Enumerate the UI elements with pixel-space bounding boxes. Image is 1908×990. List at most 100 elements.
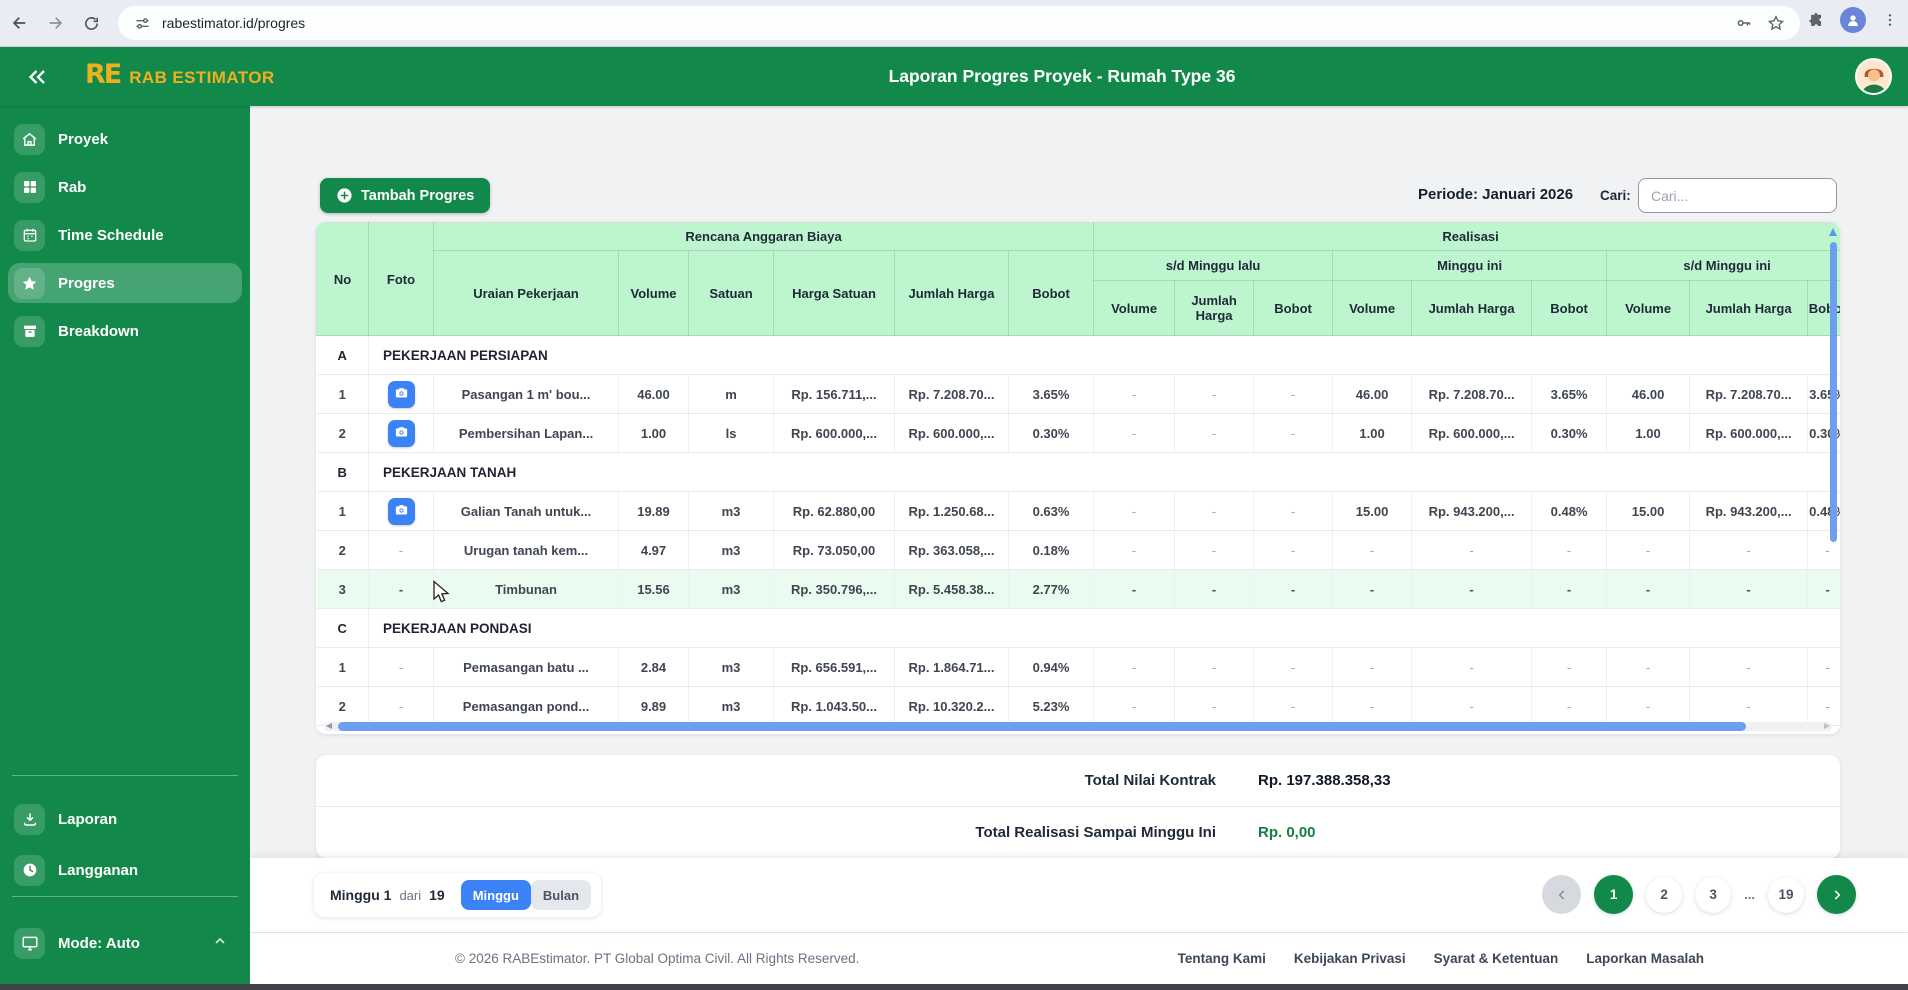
sidebar-item-mode-auto[interactable]: Mode: Auto	[8, 923, 242, 963]
browser-profile-avatar[interactable]	[1840, 7, 1866, 33]
sidebar-collapse-button[interactable]	[22, 63, 52, 91]
horizontal-scrollbar[interactable]	[324, 722, 1832, 731]
col-s-d-minggu-lalu-volume: Volume	[1093, 280, 1176, 336]
table-row[interactable]: 1 Pasangan 1 m' bou... 46.00 m Rp. 156.711…	[316, 374, 1840, 414]
pagination-page-19[interactable]: 19	[1768, 876, 1804, 913]
col-no: No	[316, 222, 369, 336]
sidebar-item-proyek[interactable]: Proyek	[8, 119, 242, 159]
logo-mark: RE	[85, 59, 122, 90]
horizontal-scroll-thumb[interactable]	[338, 722, 1746, 731]
table-row[interactable]: 2 Pembersihan Lapan... 1.00 ls Rp. 600.000…	[316, 413, 1840, 453]
total-contract-value: Rp. 197.388.358,33	[1258, 772, 1391, 789]
col-minggu-ini-jumlah-harga: Jumlah Harga	[1411, 280, 1533, 336]
pagination-next-button[interactable]	[1817, 875, 1856, 914]
add-progress-button[interactable]: Tambah Progres	[320, 178, 491, 213]
pagination-ellipsis: ...	[1744, 887, 1755, 902]
browser-back-button[interactable]	[6, 9, 34, 37]
table-section-row-B: B PEKERJAAN TANAH	[316, 452, 1840, 492]
url-text: rabestimator.id/progres	[162, 15, 306, 31]
pagination-prev-button[interactable]	[1542, 875, 1582, 914]
sidebar-divider	[12, 775, 238, 776]
back-arrow-icon	[12, 17, 26, 29]
col-s-d-minggu-lalu-bobot: Bobot	[1253, 280, 1334, 336]
uraian-cell: Pemasangan batu ...	[433, 647, 619, 687]
sidebar-item-laporan[interactable]: Laporan	[8, 799, 242, 839]
chevron-right-icon	[1834, 889, 1840, 900]
total-realization-row: Total Realisasi Sampai Minggu Ini Rp. 0,…	[316, 806, 1840, 857]
sidebar-item-breakdown[interactable]: Breakdown	[8, 311, 242, 351]
col-s-d-minggu-lalu-jumlah-harga: Jumlah Harga	[1174, 280, 1255, 336]
footer-link-laporkan-masalah[interactable]: Laporkan Masalah	[1586, 951, 1704, 966]
photo-button[interactable]	[387, 380, 415, 408]
vertical-scroll-thumb[interactable]	[1830, 242, 1837, 542]
archive-icon	[14, 315, 45, 347]
table-row[interactable]: 2 - Urugan tanah kem... 4.97 m3 Rp. 73.050…	[316, 530, 1840, 570]
table-section-row-C: C PEKERJAAN PONDASI	[316, 608, 1840, 648]
table-row[interactable]: 3 - Timbunan 15.56 m3 Rp. 350.796,... Rp. 5…	[316, 569, 1840, 609]
period-label: Periode: Januari 2026	[1418, 186, 1574, 203]
progress-table: No Foto Rencana Anggaran Biaya Realisasi…	[316, 222, 1840, 726]
browser-menu-kebab-icon[interactable]	[1880, 10, 1900, 30]
col-foto: Foto	[368, 222, 434, 336]
extensions-puzzle-icon[interactable]	[1806, 10, 1826, 30]
col-harga-satuan: Harga Satuan	[773, 250, 895, 336]
app-logo: RE RAB ESTIMATOR	[85, 59, 275, 90]
col-minggu-ini-volume: Volume	[1332, 280, 1413, 336]
total-realization-label: Total Realisasi Sampai Minggu Ini	[975, 823, 1216, 841]
vertical-scrollbar[interactable]	[1829, 228, 1838, 648]
user-avatar[interactable]	[1855, 58, 1892, 95]
scroll-left-arrow-icon[interactable]	[326, 723, 332, 729]
footer-link-syarat-ketentuan[interactable]: Syarat & Ketentuan	[1434, 951, 1559, 966]
table-header: No Foto Rencana Anggaran Biaya Realisasi…	[316, 222, 1840, 336]
subgroup-s-d-minggu-lalu: s/d Minggu lalu	[1093, 250, 1334, 281]
col-s-d-minggu-ini-jumlah-harga: Jumlah Harga	[1689, 280, 1809, 336]
uraian-cell: Galian Tanah untuk...	[433, 491, 619, 531]
grid-icon	[14, 171, 45, 203]
browser-forward-button[interactable]	[41, 9, 69, 37]
site-info-icon[interactable]	[132, 13, 152, 33]
forward-arrow-icon	[49, 17, 63, 29]
sidebar-nav: Proyek Rab Time Schedule Progres Breakdo…	[0, 106, 250, 351]
table-row[interactable]: 2 - Pemasangan pond... 9.89 m3 Rp. 1.043.5…	[316, 686, 1840, 726]
uraian-cell: Pasangan 1 m' bou...	[433, 374, 619, 414]
uraian-cell: Pemasangan pond...	[433, 686, 619, 726]
sidebar-item-langganan[interactable]: Langganan	[8, 850, 242, 890]
sidebar-item-rab[interactable]: Rab	[8, 167, 242, 207]
pagination-page-1[interactable]: 1	[1594, 875, 1634, 914]
col-bobot: Bobot	[1007, 250, 1095, 336]
toggle-bulan[interactable]: Bulan	[530, 880, 592, 910]
scroll-right-arrow-icon[interactable]	[1824, 723, 1830, 729]
calendar-icon	[14, 219, 45, 251]
photo-button[interactable]	[387, 419, 415, 447]
camera-icon	[394, 424, 409, 442]
page-title: Laporan Progres Proyek - Rumah Type 36	[888, 66, 1236, 86]
scroll-up-arrow-icon[interactable]	[1829, 228, 1837, 236]
monitor-icon	[14, 927, 45, 959]
sidebar-item-progres[interactable]: Progres	[8, 263, 242, 303]
star-icon	[14, 267, 45, 299]
sidebar-item-time-schedule[interactable]: Time Schedule	[8, 215, 242, 255]
pagination-page-3[interactable]: 3	[1695, 876, 1732, 913]
bookmark-star-icon[interactable]	[1766, 13, 1786, 33]
photo-button[interactable]	[387, 497, 415, 525]
sidebar-divider-2	[12, 896, 238, 897]
table-row[interactable]: 1 - Pemasangan batu ... 2.84 m3 Rp. 656.59…	[316, 647, 1840, 687]
chevron-up-icon[interactable]	[212, 933, 228, 954]
footer-link-tentang-kami[interactable]: Tentang Kami	[1178, 951, 1266, 966]
pagination-page-2[interactable]: 2	[1646, 876, 1683, 913]
url-bar[interactable]: rabestimator.id/progres	[118, 6, 1800, 40]
col-uraian-pekerjaan: Uraian Pekerjaan	[433, 250, 619, 336]
group-realisasi: Realisasi	[1093, 222, 1840, 251]
subgroup-minggu-ini: Minggu ini	[1332, 250, 1608, 281]
totals-card: Total Nilai Kontrak Rp. 197.388.358,33 T…	[316, 755, 1840, 858]
password-key-icon[interactable]	[1734, 13, 1754, 33]
footer-link-kebijakan-privasi[interactable]: Kebijakan Privasi	[1294, 951, 1406, 966]
week-of-label: dari	[399, 887, 422, 903]
total-realization-value: Rp. 0,00	[1258, 823, 1316, 841]
toggle-minggu[interactable]: Minggu	[460, 880, 531, 910]
search-input[interactable]	[1638, 178, 1837, 213]
browser-reload-button[interactable]	[77, 9, 105, 37]
table-row[interactable]: 1 Galian Tanah untuk... 19.89 m3 Rp. 62.88…	[316, 491, 1840, 531]
taskbar-strip	[0, 984, 1908, 990]
period-toggle-group: Minggu Bulan	[453, 880, 592, 910]
